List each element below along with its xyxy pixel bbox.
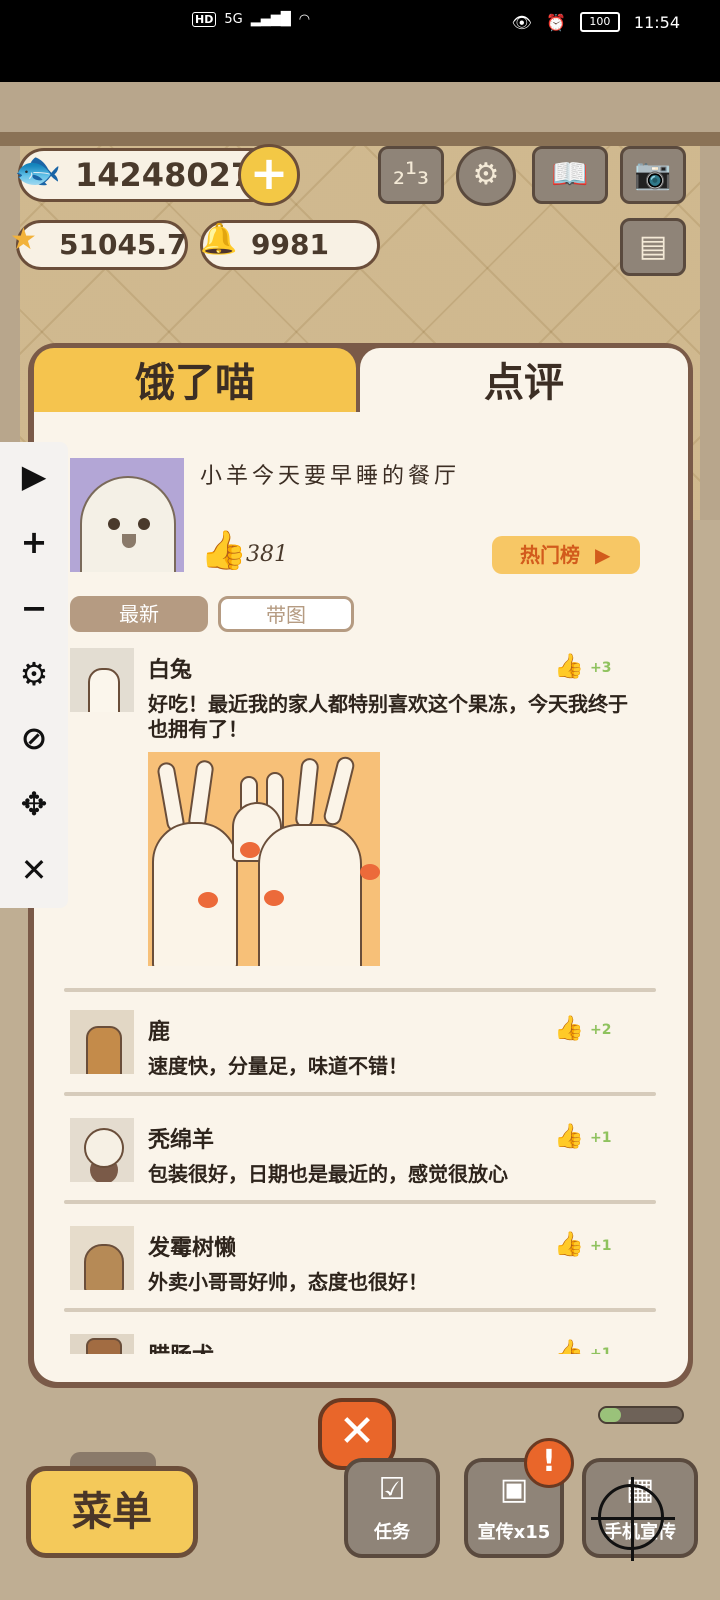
close-icon[interactable]: ✕ (0, 842, 68, 898)
like-thumb-icon[interactable]: 👍 (554, 1014, 584, 1042)
reviewer-name: 鹿 (148, 1020, 171, 1045)
status-bar: HD 5G ▂▄▆█ ◠ 👁 ⏰ 100 11:54 (0, 0, 720, 82)
checklist-icon: ☑ (378, 1472, 406, 1507)
progress-fill (600, 1408, 621, 1422)
clock: 11:54 (633, 12, 680, 32)
avatar (70, 1010, 134, 1074)
alarm-icon: ⏰ (545, 12, 566, 32)
avatar (70, 1118, 134, 1182)
signal-label: 5G (224, 12, 243, 27)
camera-icon[interactable]: 📷 (620, 146, 686, 204)
settings-gear-icon[interactable]: ⚙ (456, 146, 516, 206)
owl-illustration (80, 476, 176, 572)
divider (64, 1200, 656, 1204)
review-text: 外卖小哥哥好帅，态度也很好！ (148, 1270, 428, 1294)
recipe-book-icon[interactable]: 📖 (532, 146, 608, 204)
tab-hungry-cat[interactable]: 饿了喵 (34, 348, 356, 420)
crosshair-icon (591, 1477, 675, 1561)
avatar (70, 1334, 134, 1354)
like-count: +1 (590, 1130, 612, 1146)
fish-icon: 🐟 (14, 148, 62, 192)
like-thumb-icon[interactable]: 👍 (554, 1122, 584, 1150)
hd-badge: HD (192, 12, 217, 27)
gear-icon[interactable]: ⚙ (0, 646, 68, 702)
divider (64, 988, 656, 992)
reviewer-name: 腊肠犬 (148, 1338, 214, 1354)
like-thumb-icon[interactable]: 👍 (554, 1338, 584, 1354)
battery-icon: 100 (579, 12, 620, 32)
play-arrow-icon: ▶ (594, 543, 611, 567)
eye-off-icon[interactable]: ⊘ (0, 710, 68, 766)
divider (64, 1308, 656, 1312)
star-counter: 51045.7 (16, 220, 188, 270)
advertise-label: 宣传x15 (477, 1522, 551, 1543)
hot-list-button[interactable]: 热门榜 ▶ (492, 536, 640, 574)
floating-toolbar: ▶ + − ⚙ ⊘ ✥ ✕ (0, 442, 68, 908)
alert-badge: ! (524, 1438, 574, 1488)
restaurant-likes: 381 (246, 542, 288, 567)
strawberry-jelly (264, 890, 284, 906)
restaurant-avatar (70, 458, 184, 572)
reviewer-name: 发霉树懒 (148, 1236, 237, 1261)
like-thumb-icon[interactable]: 👍 (554, 1230, 584, 1258)
owl-eye-right (138, 518, 150, 530)
avatar (70, 648, 134, 712)
bell-icon: 🔔 (200, 222, 238, 257)
bunny-ear (294, 757, 320, 829)
like-count: +1 (590, 1238, 612, 1254)
like-thumb-icon[interactable]: 👍 (554, 652, 584, 680)
bunny-ear (187, 759, 215, 831)
owl-beak (122, 534, 136, 548)
minus-icon[interactable]: − (0, 580, 68, 636)
like-count: +2 (590, 1022, 612, 1038)
task-button[interactable]: ☑ 任务 (344, 1458, 440, 1558)
review-text: 速度快，分量足，味道不错！ (148, 1054, 408, 1078)
star-icon: ★ (10, 222, 37, 257)
review-text: 包装很好，日期也是最近的，感觉很放心 (148, 1162, 508, 1186)
signal-icon: ▂▄▆█ (250, 12, 291, 27)
newspaper-icon[interactable]: ▤ (620, 218, 686, 276)
like-count: +3 (590, 660, 612, 676)
reviewer-name: 白兔 (148, 658, 193, 683)
review-photo[interactable] (148, 752, 380, 966)
plus-icon[interactable]: + (0, 514, 68, 570)
eye-icon: 👁 (511, 12, 532, 32)
like-count: +1 (590, 1346, 612, 1354)
strawberry-jelly (240, 842, 260, 858)
add-fish-button[interactable]: + (238, 144, 300, 206)
wifi-icon: ◠ (298, 12, 311, 27)
thumbs-up-icon[interactable]: 👍 (200, 528, 247, 573)
task-label: 任务 (374, 1522, 410, 1543)
progress-bar (598, 1406, 684, 1424)
owl-eye-left (108, 518, 120, 530)
status-left: HD 5G ▂▄▆█ ◠ (192, 12, 310, 27)
strawberry-jelly (360, 864, 380, 880)
play-icon[interactable]: ▶ (0, 448, 68, 504)
ceiling-beam (0, 132, 720, 146)
filter-latest[interactable]: 最新 (70, 596, 208, 632)
tab-reviews[interactable]: 点评 (360, 348, 688, 420)
avatar (70, 1226, 134, 1290)
strawberry-jelly (198, 892, 218, 908)
status-right: 👁 ⏰ 100 11:54 (512, 12, 680, 32)
bunny-left (152, 822, 238, 966)
filter-with-photos[interactable]: 带图 (218, 596, 354, 632)
move-icon[interactable]: ✥ (0, 776, 68, 832)
restaurant-name: 小羊今天要早睡的餐厅 (200, 464, 461, 489)
menu-button[interactable]: 菜单 (26, 1466, 198, 1558)
ranking-icon[interactable]: ₂¹₃ (378, 146, 444, 204)
divider (64, 1092, 656, 1096)
bunny-ear (321, 754, 357, 828)
review-text: 好吃！最近我的家人都特别喜欢这个果冻，今天我终于也拥有了！ (148, 692, 628, 741)
hot-list-label: 热门榜 (520, 543, 580, 567)
reviewer-name: 秃绵羊 (148, 1128, 215, 1153)
review-list[interactable]: 白兔 👍 +3 好吃！最近我的家人都特别喜欢这个果冻，今天我终于也拥有了！ 鹿 … (60, 648, 660, 1354)
